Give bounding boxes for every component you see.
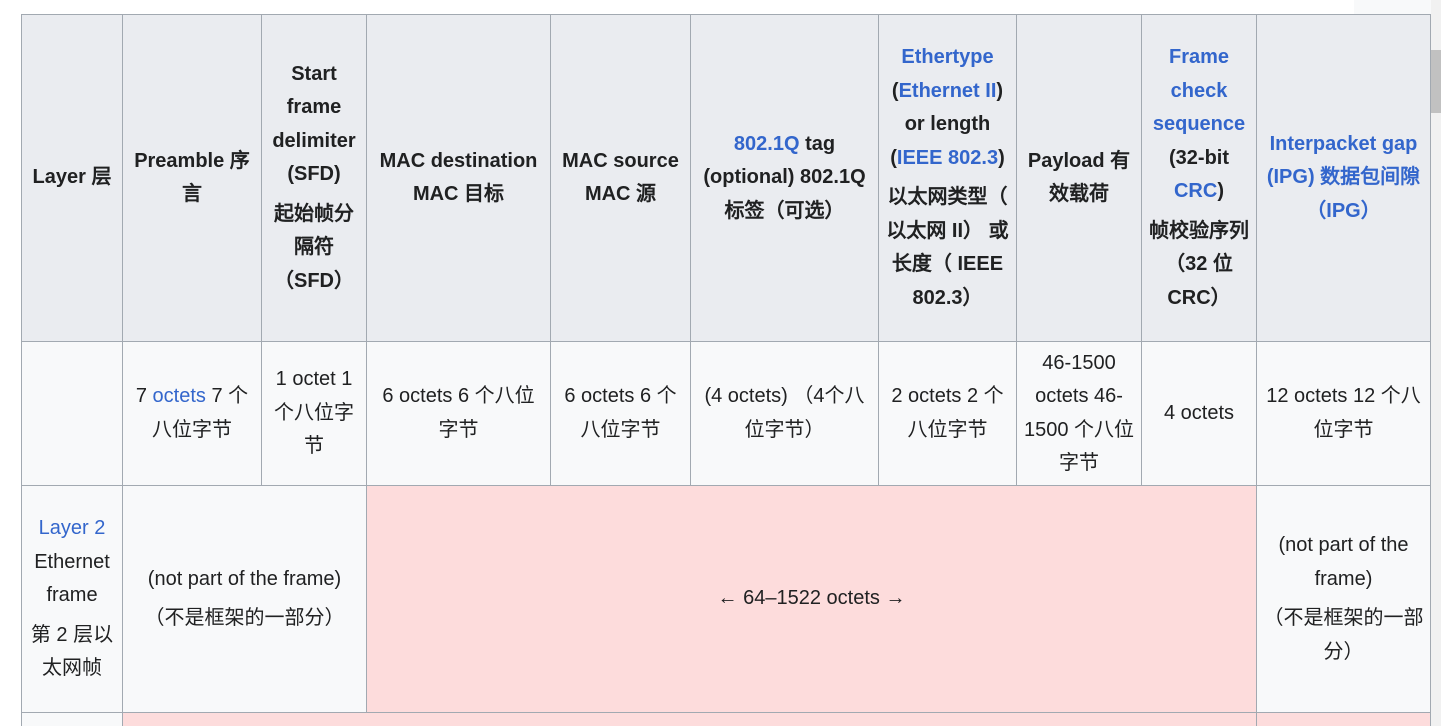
size-preamble: 7 octets 7 个八位字节	[122, 341, 262, 486]
size-mac-destination: 6 octets 6 个八位字节	[366, 341, 551, 486]
text: （不是框架的一部分）	[1263, 607, 1424, 663]
header-layer: Layer 层	[21, 14, 123, 342]
text: (not part of the frame)	[147, 567, 342, 590]
sfd-zh: 起始帧分隔符（SFD）	[274, 202, 354, 292]
next-row	[21, 712, 1431, 726]
size-layer	[21, 341, 123, 486]
size-8021q: (4 octets) （4个八位字节）	[690, 341, 879, 486]
header-mac-destination: MAC destination MAC 目标	[366, 14, 551, 342]
size-fcs: 4 octets	[1141, 341, 1257, 486]
ipg-link[interactable]: Interpacket gap (IPG) 数据包间隙 （IPG）	[1267, 133, 1420, 222]
text: (not part of the frame)	[1278, 534, 1409, 590]
text: （不是框架的一部分）	[144, 607, 345, 629]
header-fcs: Frame check sequence (32-bit CRC) 帧校验序列（3…	[1141, 14, 1257, 342]
size-ethertype: 2 octets 2 个八位字节	[878, 341, 1017, 486]
header-row: Layer 层 Preamble 序言 Start frame delimite…	[21, 14, 1431, 342]
size-sfd: 1 octet 1 个八位字节	[261, 341, 367, 486]
size-ipg: 12 octets 12 个八位字节	[1256, 341, 1431, 486]
octets-link[interactable]: octets	[153, 385, 206, 407]
crc-link[interactable]: CRC	[1174, 180, 1217, 202]
top-strip	[1354, 0, 1431, 14]
text: 第 2 层以太网帧	[30, 623, 114, 680]
cell	[1256, 712, 1431, 726]
text: Ethernet frame	[34, 550, 110, 607]
8021q-link[interactable]: 802.1Q	[734, 133, 800, 155]
header-payload: Payload 有效载荷	[1016, 14, 1142, 342]
header-preamble: Preamble 序言	[122, 14, 262, 342]
ethertype-link[interactable]: Ethertype	[901, 46, 993, 68]
fcs-link[interactable]: Frame check sequence	[1153, 46, 1245, 135]
header-mac-source: MAC source MAC 源	[550, 14, 691, 342]
size-payload: 46-1500 octets 46-1500 个八位字节	[1016, 341, 1142, 486]
ieee-8023-link[interactable]: IEEE 802.3	[897, 147, 998, 169]
size-mac-source: 6 octets 6 个八位字节	[550, 341, 691, 486]
fcs-zh: 帧校验序列（32 位 CRC）	[1149, 219, 1249, 309]
text: 7	[135, 385, 153, 407]
text: (	[891, 79, 899, 102]
header-ipg: Interpacket gap (IPG) 数据包间隙 （IPG）	[1256, 14, 1431, 342]
text: )	[1217, 180, 1224, 202]
sizes-row: 7 octets 7 个八位字节 1 octet 1 个八位字节 6 octet…	[21, 341, 1431, 486]
ethertype-zh: 以太网类型（ 以太网 II） 或长度（ IEEE 802.3）	[886, 186, 1009, 309]
cell	[122, 712, 1257, 726]
text: (32-bit	[1169, 146, 1229, 169]
scrollbar[interactable]	[1431, 0, 1441, 726]
layer2-ipg: (not part of the frame) （不是框架的一部分）	[1256, 485, 1431, 713]
cell	[21, 712, 123, 726]
ethernet-frame-table: Layer 层 Preamble 序言 Start frame delimite…	[21, 14, 1431, 726]
sfd-en: Start frame delimiter (SFD)	[272, 62, 356, 186]
layer2-label: Layer 2 Ethernet frame 第 2 层以太网帧	[21, 485, 123, 713]
header-sfd: Start frame delimiter (SFD) 起始帧分隔符（SFD）	[261, 14, 367, 342]
header-ethertype: Ethertype (Ethernet II) or length (IEEE …	[878, 14, 1017, 342]
layer2-frame-span: ← 64–1522 octets →	[366, 485, 1257, 713]
text: )	[998, 146, 1005, 169]
layer2-not-part: (not part of the frame) （不是框架的一部分）	[122, 485, 367, 713]
layer2-row: Layer 2 Ethernet frame 第 2 层以太网帧 (not part…	[21, 485, 1431, 713]
header-8021q: 802.1Q tag (optional) 802.1Q 标签（可选）	[690, 14, 879, 342]
ethernet-ii-link[interactable]: Ethernet II	[899, 80, 997, 102]
scrollbar-thumb[interactable]	[1431, 50, 1441, 113]
layer2-link[interactable]: Layer 2	[39, 517, 106, 539]
